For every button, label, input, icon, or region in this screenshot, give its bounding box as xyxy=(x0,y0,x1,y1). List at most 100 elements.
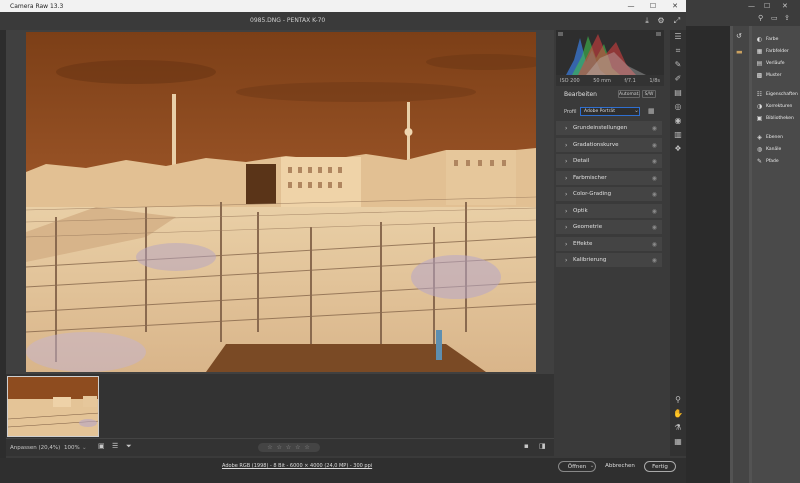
zoom-dropdown-icon[interactable]: ⌄ xyxy=(82,445,87,451)
section-effekte[interactable]: › Effekte ◉ xyxy=(556,237,662,252)
ps-panel-bibliotheken[interactable]: ▣ Bibliotheken xyxy=(756,113,794,123)
section-label: Optik xyxy=(573,208,588,214)
section-kalibrierung[interactable]: › Kalibrierung ◉ xyxy=(556,253,662,268)
paths-icon: ✎ xyxy=(756,157,763,165)
highlight-clip-icon[interactable] xyxy=(656,32,661,36)
chevron-right-icon: › xyxy=(565,241,568,248)
hand-icon[interactable]: ✋ xyxy=(672,408,684,420)
ps-panel-muster[interactable]: ▩ Muster xyxy=(756,70,782,80)
filmstrip-toggle-icon[interactable]: ▣ xyxy=(98,442,105,450)
ps-search-icon[interactable]: ⚲ xyxy=(758,14,763,22)
maximize-button[interactable]: ☐ xyxy=(642,0,664,12)
ps-panel-farbe[interactable]: ◐ Farbe xyxy=(756,34,779,44)
ps-item-label: Bibliotheken xyxy=(766,115,794,121)
ps-workspace-icon[interactable]: ▭ xyxy=(771,14,778,22)
libraries-icon: ▣ xyxy=(756,114,763,122)
eye-icon[interactable]: ◉ xyxy=(652,142,657,149)
section-farbmischer[interactable]: › Farbmischer ◉ xyxy=(556,171,662,186)
zoom-value-select[interactable]: 100% xyxy=(64,445,80,451)
section-detail[interactable]: › Detail ◉ xyxy=(556,154,662,169)
histogram[interactable] xyxy=(556,30,664,75)
ps-panel-ebenen[interactable]: ◈ Ebenen xyxy=(756,132,783,142)
ps-panel-farbfelder[interactable]: ▦ Farbfelder xyxy=(756,46,789,56)
filmstrip-thumbnail[interactable] xyxy=(7,376,99,437)
healing-brush-icon[interactable]: ✎ xyxy=(672,59,684,71)
radial-gradient-icon[interactable]: ◎ xyxy=(672,101,684,113)
section-grundeinstellungen[interactable]: › Grundeinstellungen ◉ xyxy=(556,121,662,136)
fit-zoom-select[interactable]: Anpassen (20,4%) xyxy=(10,445,60,451)
ps-item-label: Verläufe xyxy=(766,60,785,66)
chevron-right-icon: › xyxy=(565,125,568,132)
section-optik[interactable]: › Optik ◉ xyxy=(556,204,662,219)
eye-icon[interactable]: ◉ xyxy=(652,208,657,215)
open-dropdown-icon[interactable]: ⌄ xyxy=(588,461,596,472)
layers-icon: ◈ xyxy=(757,133,762,141)
chevron-right-icon: › xyxy=(565,224,568,231)
edit-sliders-icon[interactable]: ☰ xyxy=(672,31,684,43)
chevron-right-icon: › xyxy=(565,208,568,215)
section-color-grading[interactable]: › Color-Grading ◉ xyxy=(556,187,662,202)
ps-item-label: Muster xyxy=(766,72,782,78)
section-geometrie[interactable]: › Geometrie ◉ xyxy=(556,220,662,235)
presets-icon[interactable]: ❖ xyxy=(672,143,684,155)
ps-share-icon[interactable]: ⇪ xyxy=(784,14,790,22)
profile-browser-icon[interactable]: ▦ xyxy=(648,107,655,115)
gear-icon[interactable]: ⚙ xyxy=(656,16,666,26)
ps-minimize-icon[interactable]: — xyxy=(748,2,755,10)
red-eye-icon[interactable]: ◉ xyxy=(672,115,684,127)
linear-gradient-icon[interactable]: ▤ xyxy=(672,87,684,99)
photoshop-menubar: — ☐ ✕ ⚲ ▭ ⇪ xyxy=(686,0,800,26)
section-label: Gradationskurve xyxy=(573,142,619,148)
section-gradationskurve[interactable]: › Gradationskurve ◉ xyxy=(556,138,662,153)
ps-close-icon[interactable]: ✕ xyxy=(782,2,788,10)
workflow-options-link[interactable]: Adobe RGB (1998) - 8 Bit - 6000 × 4000 (… xyxy=(222,463,372,469)
crop-icon[interactable]: ⌗ xyxy=(672,45,684,57)
close-button[interactable]: ✕ xyxy=(664,0,686,12)
channels-icon: ◍ xyxy=(756,145,763,153)
section-label: Grundeinstellungen xyxy=(573,125,628,131)
profile-select[interactable]: Adobe Porträt xyxy=(580,107,640,116)
snapshots-icon[interactable]: ▥ xyxy=(672,129,684,141)
section-label: Geometrie xyxy=(573,224,603,230)
chevron-right-icon: › xyxy=(565,257,568,264)
ps-tool-presets-icon[interactable]: ▬ xyxy=(736,48,743,56)
color-icon: ◐ xyxy=(756,35,763,43)
eye-icon[interactable]: ◉ xyxy=(652,191,657,198)
ps-panel-kanaele[interactable]: ◍ Kanäle xyxy=(756,144,781,154)
star-rating[interactable]: ☆ ☆ ☆ ☆ ☆ xyxy=(258,443,320,452)
file-title: 0985.DNG - PENTAX K-70 xyxy=(250,17,326,24)
split-view-icon[interactable]: ◨ xyxy=(539,442,546,450)
shadow-clip-icon[interactable] xyxy=(558,32,563,36)
save-icon[interactable]: ⤓ xyxy=(642,16,652,26)
auto-button[interactable]: Automat. xyxy=(618,90,640,98)
exif-iso: ISO 200 xyxy=(560,77,580,84)
eye-icon[interactable]: ◉ xyxy=(652,125,657,132)
chevron-right-icon: › xyxy=(565,158,568,165)
ps-panel-verlaeufe[interactable]: ▤ Verläufe xyxy=(756,58,785,68)
eye-icon[interactable]: ◉ xyxy=(652,257,657,264)
done-button[interactable]: Fertig xyxy=(644,461,676,472)
filter-icon[interactable]: ⏷ xyxy=(126,442,132,451)
cancel-button[interactable]: Abbrechen xyxy=(602,461,638,472)
expand-icon[interactable]: ⤢ xyxy=(672,16,682,26)
sort-icon[interactable]: ☰ xyxy=(112,442,118,450)
eye-icon[interactable]: ◉ xyxy=(652,158,657,165)
ps-panel-pfade[interactable]: ✎ Pfade xyxy=(756,156,779,166)
zoom-icon[interactable]: ⚲ xyxy=(672,394,684,406)
ps-panel-korrekturen[interactable]: ◑ Korrekturen xyxy=(756,101,793,111)
window-titlebar: Camera Raw 13.3 — ☐ ✕ xyxy=(0,0,686,12)
ps-history-icon[interactable]: ↺ xyxy=(736,32,742,40)
eyedropper-icon[interactable]: ⚗ xyxy=(672,422,684,434)
ps-maximize-icon[interactable]: ☐ xyxy=(764,2,770,10)
bw-button[interactable]: S/W xyxy=(642,90,656,98)
eye-icon[interactable]: ◉ xyxy=(652,224,657,231)
eye-icon[interactable]: ◉ xyxy=(652,175,657,182)
before-after-icon[interactable]: ▪ xyxy=(524,442,529,450)
main-photo[interactable] xyxy=(26,32,536,372)
minimize-button[interactable]: — xyxy=(620,0,642,12)
ps-panel-eigenschaften[interactable]: ☷ Eigenschaften xyxy=(756,89,798,99)
grid-overlay-icon[interactable]: ▦ xyxy=(672,436,684,448)
eye-icon[interactable]: ◉ xyxy=(652,241,657,248)
brush-icon[interactable]: ✐ xyxy=(672,73,684,85)
profile-dropdown-icon[interactable]: ⌄ xyxy=(634,107,639,114)
